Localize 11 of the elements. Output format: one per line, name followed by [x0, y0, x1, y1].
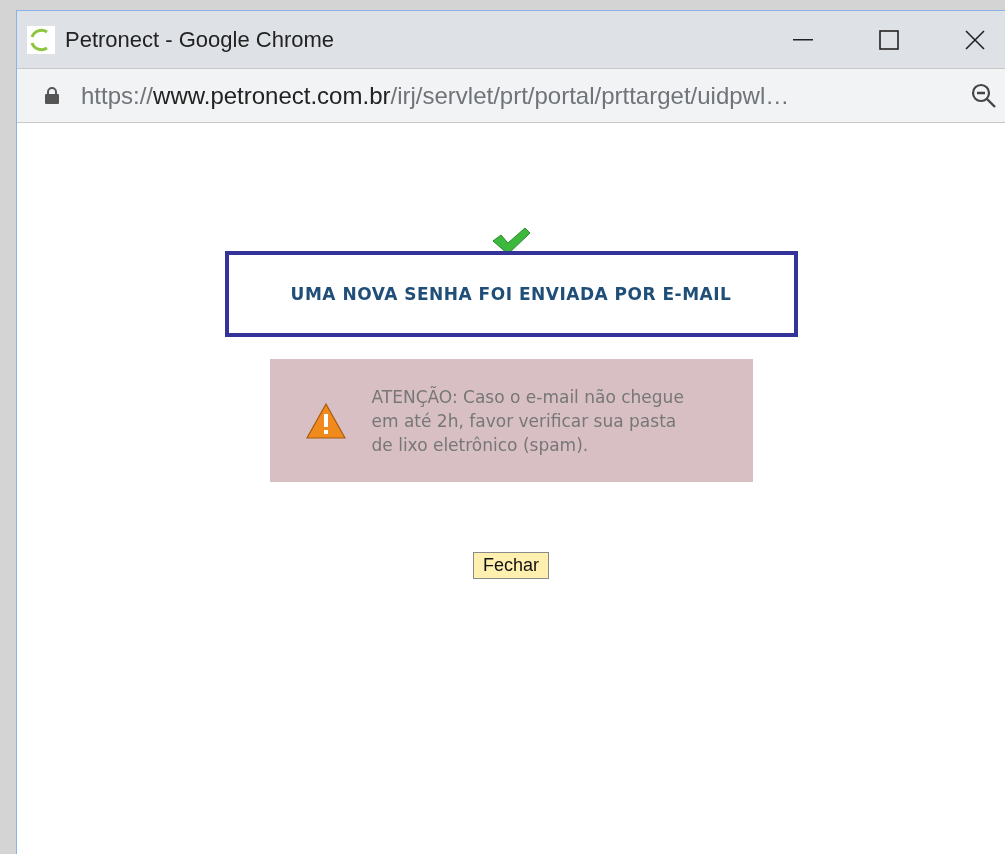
warning-text: ATENÇÃO: Caso o e-mail não chegue em até 2h, favor verificar sua pasta de lixo eletrônico (spam). [371, 385, 685, 457]
maximize-icon[interactable] [879, 29, 899, 50]
window-title: Petronect - Google Chrome [65, 26, 335, 53]
close-button[interactable]: Fechar [473, 552, 549, 579]
lock-icon [45, 87, 59, 104]
warning-icon [305, 402, 346, 439]
logo-icon [27, 25, 55, 54]
minimize-icon[interactable] [793, 38, 813, 41]
success-heading: UMA NOVA SENHA FOI ENVIADA POR E-MAIL [224, 251, 798, 337]
zoom-out-icon[interactable] [971, 82, 997, 109]
close-icon[interactable] [965, 29, 985, 50]
